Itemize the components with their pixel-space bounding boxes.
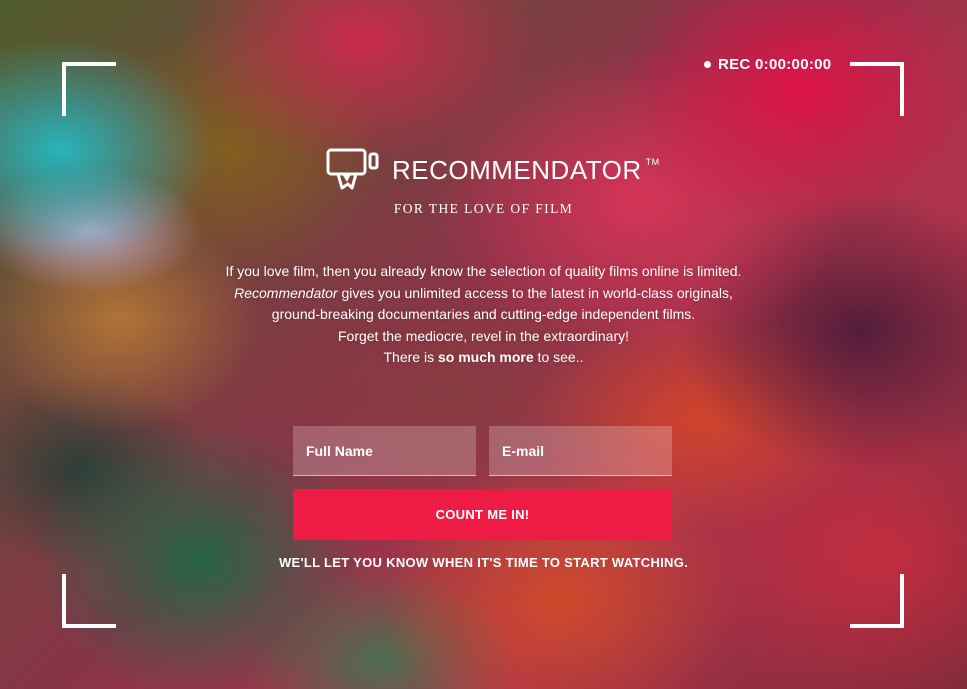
brand-name: RECOMMENDATOR TM: [392, 155, 660, 186]
intro-line-3: ground-breaking documentaries and cuttin…: [271, 306, 696, 322]
record-dot-icon: [704, 61, 711, 68]
film-camera-logo-icon: [326, 148, 382, 192]
count-me-in-button[interactable]: COUNT ME IN!: [293, 489, 672, 540]
brand-tagline: FOR THE LOVE OF FILM: [393, 201, 574, 216]
intro-line-2-rest: gives you unlimited access to the latest…: [337, 284, 733, 301]
intro-paragraph: If you love film, then you already know …: [0, 261, 967, 369]
intro-line-5-post: to see..: [533, 349, 584, 365]
intro-line-5: There is so much more to see..: [0, 347, 967, 369]
recording-indicator: REC 0:00:00:00: [704, 56, 831, 73]
viewfinder-corner-top-left: [62, 62, 116, 116]
intro-emphasis: so much more: [437, 349, 534, 365]
viewfinder-corner-bottom-right: [850, 574, 904, 628]
intro-line-4: Forget the mediocre, revel in the extrao…: [337, 327, 630, 344]
intro-line-2: Recommendator gives you unlimited access…: [0, 283, 967, 305]
intro-brand-emphasis: Recommendator: [234, 284, 338, 301]
intro-line-5-pre: There is: [383, 349, 438, 365]
intro-line-1: If you love film, then you already know …: [225, 263, 742, 279]
brand-logo: RECOMMENDATOR TM: [326, 148, 660, 192]
viewfinder-corner-top-right: [850, 62, 904, 116]
brand-name-text: RECOMMENDATOR: [392, 154, 642, 185]
full-name-input[interactable]: [293, 426, 476, 476]
signup-notice: WE'LL LET YOU KNOW WHEN IT'S TIME TO STA…: [278, 555, 689, 570]
recording-timecode: REC 0:00:00:00: [718, 56, 832, 73]
email-input[interactable]: [489, 426, 672, 476]
viewfinder-corner-bottom-left: [62, 574, 116, 628]
trademark-mark: TM: [645, 156, 660, 167]
